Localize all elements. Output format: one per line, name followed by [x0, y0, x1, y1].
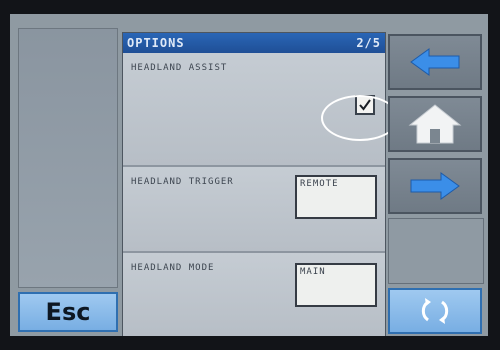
options-title-bar: OPTIONS 2/5	[123, 33, 385, 53]
arrow-right-icon	[410, 172, 460, 200]
forward-button[interactable]	[388, 158, 482, 214]
option-row-headland-trigger: HEADLAND TRIGGER REMOTE	[123, 167, 385, 253]
esc-button[interactable]: Esc	[18, 292, 118, 332]
esc-button-label: Esc	[45, 298, 91, 326]
option-row-headland-assist: HEADLAND ASSIST	[123, 53, 399, 167]
headland-assist-label: HEADLAND ASSIST	[131, 63, 228, 73]
home-icon	[408, 104, 462, 144]
headland-trigger-selector[interactable]: REMOTE	[295, 175, 377, 219]
display-screen: Esc OPTIONS 2/5 HEADLAND ASSIST HEADLAND…	[10, 14, 488, 336]
headland-trigger-value: REMOTE	[300, 179, 339, 189]
empty-side-slot	[388, 218, 484, 284]
refresh-button[interactable]	[388, 288, 482, 334]
home-button[interactable]	[388, 96, 482, 152]
headland-mode-selector[interactable]: MAIN	[295, 263, 377, 307]
headland-mode-label: HEADLAND MODE	[131, 263, 215, 273]
page-indicator: 2/5	[356, 36, 381, 50]
page-title: OPTIONS	[127, 36, 185, 50]
refresh-icon	[421, 298, 449, 324]
headland-trigger-label: HEADLAND TRIGGER	[131, 177, 234, 187]
left-side-panel	[18, 28, 118, 288]
headland-mode-value: MAIN	[300, 267, 326, 277]
options-panel: OPTIONS 2/5 HEADLAND ASSIST HEADLAND TRI…	[122, 32, 399, 336]
back-button[interactable]	[388, 34, 482, 90]
option-row-headland-mode: HEADLAND MODE MAIN	[123, 253, 385, 336]
arrow-left-icon	[410, 48, 460, 76]
